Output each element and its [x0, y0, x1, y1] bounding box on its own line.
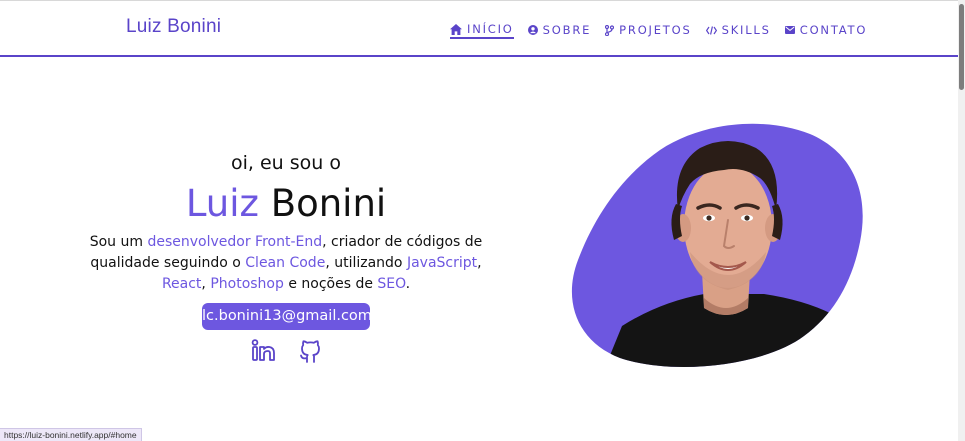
- desc-text: Sou um: [89, 234, 148, 250]
- hero-name-first: Luiz: [185, 182, 259, 225]
- mail-icon: [784, 26, 795, 34]
- nav-item-sobre[interactable]: Sobre: [527, 21, 592, 39]
- main-nav: Início Sobre Projetos Skills Contato: [450, 21, 867, 39]
- nav-item-skills[interactable]: Skills: [705, 21, 771, 39]
- nav-label-skills: Skills: [721, 23, 771, 37]
- nav-item-projetos[interactable]: Projetos: [605, 21, 691, 39]
- link-status-bar: https://luiz-bonini.netlify.app/#home: [0, 428, 142, 441]
- code-icon: [705, 25, 717, 35]
- desc-highlight: SEO: [377, 276, 406, 292]
- scrollbar-thumb[interactable]: [959, 4, 964, 90]
- home-icon: [450, 23, 462, 35]
- desc-text: ,: [201, 276, 211, 292]
- desc-highlight: JavaScript: [406, 255, 478, 271]
- nav-label-projetos: Projetos: [619, 23, 692, 37]
- site-header: Luiz Bonini Início Sobre Projetos Skills…: [0, 1, 958, 57]
- desc-highlight: Clean Code: [245, 255, 326, 271]
- git-branch-icon: [605, 24, 615, 36]
- linkedin-icon[interactable]: [250, 337, 277, 364]
- nav-item-inicio[interactable]: Início: [450, 21, 514, 39]
- profile-photo: [571, 123, 863, 367]
- desc-text: e noções de: [283, 276, 378, 292]
- nav-label-contato: Contato: [799, 23, 868, 37]
- desc-highlight: React: [161, 276, 202, 292]
- nav-label-sobre: Sobre: [542, 23, 592, 37]
- nav-label-inicio: Início: [467, 22, 514, 36]
- github-icon[interactable]: [297, 337, 324, 364]
- page-scrollbar[interactable]: [958, 0, 965, 441]
- desc-highlight: desenvolvedor Front-End: [147, 234, 323, 250]
- hero-name-last: Bonini: [258, 182, 387, 225]
- nav-item-contato[interactable]: Contato: [784, 21, 868, 39]
- desc-text: .: [405, 276, 411, 292]
- hero-description: Sou um desenvolvedor Front-End, criador …: [78, 232, 494, 295]
- social-links: [250, 337, 324, 364]
- email-button[interactable]: lc.bonini13@gmail.com: [202, 303, 372, 330]
- hero-intro: oi, eu sou o: [231, 152, 341, 174]
- desc-text: , utilizando: [325, 255, 407, 271]
- desc-highlight: Photoshop: [210, 276, 284, 292]
- desc-text: ,: [477, 255, 482, 271]
- user-circle-icon: [527, 25, 538, 35]
- hero-name: Luiz Bonini: [0, 182, 572, 225]
- brand-logo-text[interactable]: Luiz Bonini: [126, 16, 221, 38]
